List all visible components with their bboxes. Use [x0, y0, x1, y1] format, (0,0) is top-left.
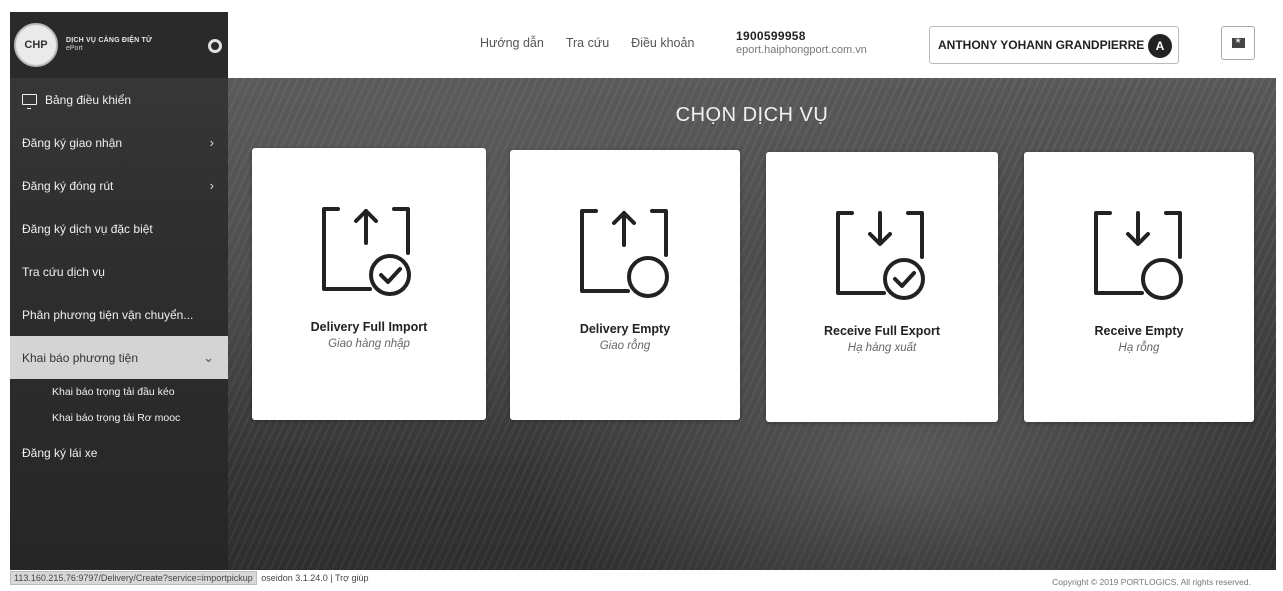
sidebar-item-vehicle-declaration[interactable]: Khai báo phương tiện ⌄ [10, 336, 228, 379]
status-url: 113.160.215.76:9797/Delivery/Create?serv… [10, 571, 257, 585]
sidebar-subitem-label: Khai báo trọng tải đầu kéo [52, 386, 175, 398]
avatar: A [1148, 34, 1172, 58]
arrow-up-empty-icon [580, 209, 669, 298]
sidebar-subitem-trailer-load[interactable]: Khai báo trọng tải Rơ mooc [10, 405, 228, 431]
service-selection-panel: CHỌN DỊCH VỤ Delivery Full Import Giao h… [228, 78, 1276, 570]
service-card-receive-full-export[interactable]: Receive Full Export Hạ hàng xuất [766, 152, 998, 422]
service-card-receive-empty[interactable]: Receive Empty Hạ rỗng [1024, 152, 1254, 422]
brand-subtitle: ePort [66, 45, 83, 52]
sidebar-toggle-icon[interactable] [208, 39, 222, 53]
sidebar-item-label: Khai báo phương tiện [22, 350, 138, 365]
footer-status: 113.160.215.76:9797/Delivery/Create?serv… [10, 571, 369, 585]
service-card-delivery-full-import[interactable]: Delivery Full Import Giao hàng nhập [252, 148, 486, 420]
arrow-down-check-icon [836, 211, 925, 300]
brand-title: DỊCH VỤ CẢNG ĐIỆN TỬ [66, 37, 153, 45]
sidebar-item-delivery-registration[interactable]: Đăng ký giao nhận › [10, 121, 228, 164]
sidebar-item-label: Đăng ký giao nhận [22, 135, 123, 150]
sidebar-item-label: Đăng ký dịch vụ đặc biệt [22, 221, 153, 236]
service-card-delivery-empty[interactable]: Delivery Empty Giao rỗng [510, 150, 740, 420]
user-menu-button[interactable]: ANTHONY YOHANN GRANDPIERRE A [929, 26, 1179, 64]
sidebar-item-stuffing-registration[interactable]: Đăng ký đóng rút › [10, 164, 228, 207]
link-guide[interactable]: Hướng dẫn [480, 36, 544, 50]
sidebar-subitem-tractor-load[interactable]: Khai báo trọng tải đầu kéo [10, 379, 228, 405]
port-logo[interactable]: CHP [14, 23, 58, 67]
sidebar-item-service-lookup[interactable]: Tra cứu dịch vụ [10, 250, 228, 293]
sidebar-item-vehicle-assignment[interactable]: Phân phương tiện vận chuyển... [10, 293, 228, 336]
card-title: Receive Empty [1094, 324, 1184, 338]
sidebar-item-label: Đăng ký đóng rút [22, 178, 114, 193]
language-button[interactable] [1221, 26, 1255, 60]
vietnam-flag-icon [1231, 36, 1245, 48]
arrow-up-check-icon [322, 207, 411, 296]
sidebar-item-label: Tra cứu dịch vụ [22, 264, 105, 279]
card-title: Delivery Full Import [310, 320, 428, 334]
brand-header: CHP DỊCH VỤ CẢNG ĐIỆN TỬ ePort [10, 12, 228, 78]
header-links: Hướng dẫn Tra cứu Điều khoản [480, 36, 694, 50]
card-subtitle: Giao rỗng [599, 340, 651, 352]
link-lookup[interactable]: Tra cứu [566, 36, 609, 50]
link-terms[interactable]: Điều khoản [631, 36, 694, 50]
version-text[interactable]: oseidon 3.1.24.0 | Trợ giúp [261, 573, 368, 583]
arrow-down-empty-icon [1094, 211, 1183, 300]
sidebar-item-dashboard[interactable]: Bảng điều khiển [10, 78, 228, 121]
sidebar-item-driver-registration[interactable]: Đăng ký lái xe [10, 431, 228, 474]
user-name: ANTHONY YOHANN GRANDPIERRE [938, 38, 1145, 52]
card-subtitle: Hạ rỗng [1118, 342, 1160, 354]
top-bar: Hướng dẫn Tra cứu Điều khoản 1900599958 … [228, 12, 1276, 78]
sidebar-item-label: Bảng điều khiển [45, 92, 132, 107]
copyright-text: Copyright © 2019 PORTLOGICS. All rights … [1052, 577, 1251, 587]
sidebar-item-special-service[interactable]: Đăng ký dịch vụ đặc biệt [10, 207, 228, 250]
sidebar-subitem-label: Khai báo trọng tải Rơ mooc [52, 412, 181, 424]
sidebar: CHP DỊCH VỤ CẢNG ĐIỆN TỬ ePort Bảng điều… [10, 12, 228, 570]
sidebar-item-label: Đăng ký lái xe [22, 445, 98, 460]
contact-info: 1900599958 eport.haiphongport.com.vn [736, 29, 867, 56]
hotline-number: 1900599958 [736, 29, 806, 43]
chevron-down-icon: ⌄ [203, 349, 214, 365]
chevron-right-icon: › [209, 178, 214, 193]
sidebar-item-label: Phân phương tiện vận chuyển... [22, 307, 194, 322]
card-subtitle: Giao hàng nhập [328, 338, 410, 350]
monitor-icon [22, 94, 37, 109]
card-subtitle: Hạ hàng xuất [847, 342, 917, 354]
sidebar-nav: Bảng điều khiển Đăng ký giao nhận › Đăng… [10, 78, 228, 474]
card-title: Delivery Empty [579, 322, 671, 336]
app-window: CHP DỊCH VỤ CẢNG ĐIỆN TỬ ePort Bảng điều… [10, 12, 1276, 570]
website-url: eport.haiphongport.com.vn [736, 43, 867, 56]
card-title: Receive Full Export [823, 324, 940, 338]
chevron-right-icon: › [209, 135, 214, 150]
page-title: CHỌN DỊCH VỤ [675, 104, 829, 126]
